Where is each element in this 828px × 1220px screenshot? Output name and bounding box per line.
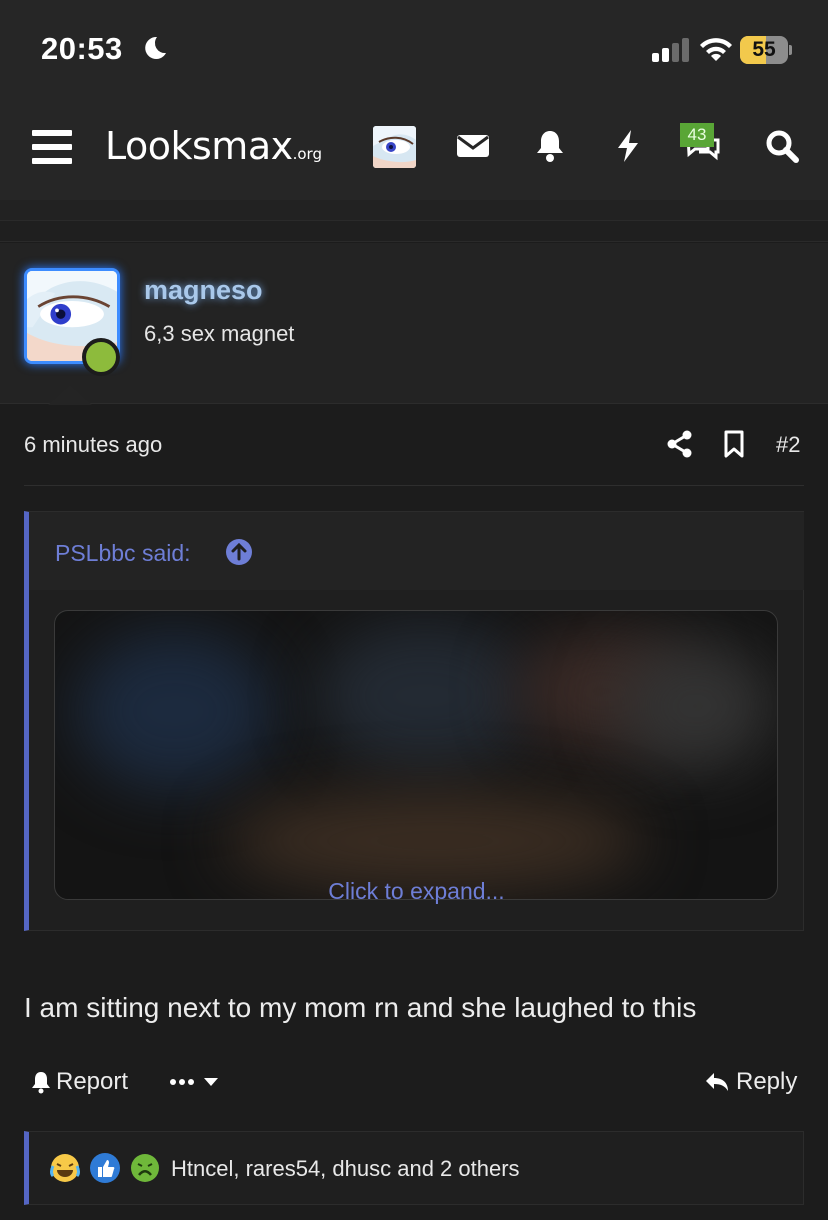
post-user-header: [0, 243, 828, 404]
share-icon[interactable]: [666, 430, 694, 458]
battery-indicator: 55: [740, 36, 792, 64]
reply-label: Reply: [736, 1068, 798, 1095]
user-title: 6,3 sex magnet: [144, 321, 295, 346]
wifi-icon: [700, 38, 732, 61]
bell-icon: [32, 1072, 50, 1094]
header-pointer: [48, 385, 92, 405]
section-divider: [0, 220, 828, 242]
quote-author[interactable]: PSLbbc said:: [55, 540, 191, 567]
quoted-media-preview[interactable]: [54, 610, 778, 900]
reply-icon: [706, 1073, 728, 1091]
moon-icon: [145, 36, 166, 59]
post-username[interactable]: magneso: [144, 275, 263, 306]
reply-button[interactable]: Reply: [704, 1067, 797, 1097]
click-to-expand-link[interactable]: Click to expand...: [29, 878, 804, 905]
menu-icon[interactable]: [32, 130, 72, 164]
quote-block: PSLbbc said: Click to expand...: [24, 511, 804, 931]
more-options-icon[interactable]: [168, 1070, 224, 1094]
reactions-summary[interactable]: Htncel, rares54, dhusc and 2 others: [171, 1156, 520, 1182]
cellular-signal-icon: [652, 38, 689, 62]
logo-suffix: .org: [292, 145, 322, 163]
status-bar: 20:53 55: [0, 0, 828, 96]
logo-text: Looksmax: [105, 124, 293, 168]
clock: 20:53: [41, 31, 123, 66]
account-avatar[interactable]: [373, 126, 416, 168]
like-icon: [90, 1153, 120, 1183]
envelope-icon[interactable]: [455, 128, 491, 164]
battery-level: 55: [752, 38, 776, 61]
online-status-indicator: [82, 338, 120, 376]
crying-laughing-icon: [50, 1154, 80, 1182]
header-shadow: [0, 200, 828, 220]
quote-header: PSLbbc said:: [29, 512, 804, 590]
jump-to-quote-icon[interactable]: [225, 538, 253, 566]
site-header: Looksmax.org 43: [0, 96, 828, 200]
post-timestamp[interactable]: 6 minutes ago: [24, 432, 162, 458]
bell-icon[interactable]: [532, 128, 568, 164]
lightning-icon[interactable]: [610, 128, 646, 164]
sick-face-icon: [131, 1154, 159, 1182]
conversation-count-badge: 43: [680, 123, 714, 147]
post-meta-divider: [24, 485, 804, 486]
post-number[interactable]: #2: [776, 432, 800, 458]
post-message: I am sitting next to my mom rn and she l…: [24, 992, 697, 1023]
site-logo[interactable]: Looksmax.org: [105, 124, 322, 168]
search-icon[interactable]: [764, 128, 800, 164]
reactions-bar[interactable]: Htncel, rares54, dhusc and 2 others: [24, 1131, 804, 1205]
report-button[interactable]: Report: [30, 1067, 128, 1097]
bookmark-icon[interactable]: [722, 430, 746, 458]
report-label: Report: [56, 1068, 129, 1095]
